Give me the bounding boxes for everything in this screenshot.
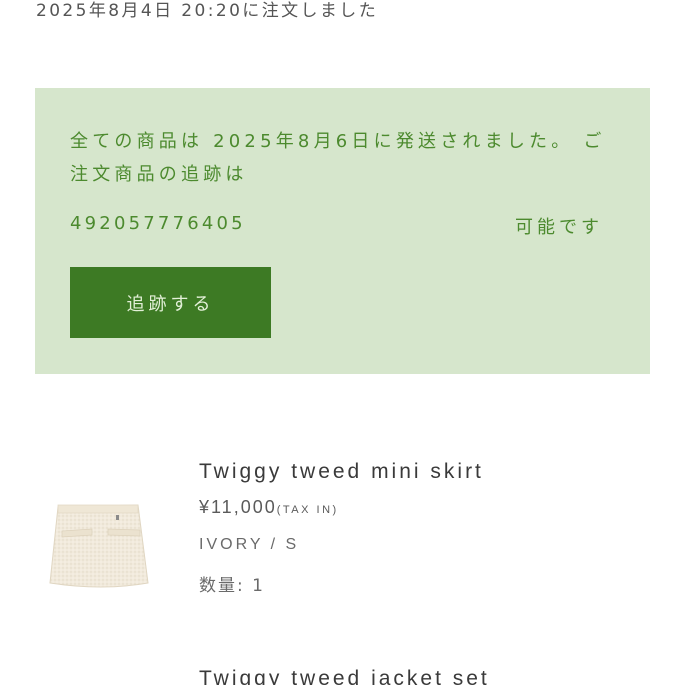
product-quantity: 数量: 1 [199, 576, 265, 596]
price-row: ¥11,000(TAX IN) [199, 497, 484, 518]
order-date: 2025年8月4日 20:20に注文しました [36, 1, 379, 21]
shipping-message: 全ての商品は 2025年8月6日に発送されました。 ご注文商品の追跡は [70, 131, 606, 185]
product-price: ¥11,000 [199, 497, 277, 517]
skirt-image [49, 504, 149, 588]
product-variant: IVORY / S [199, 536, 300, 553]
tax-label: (TAX IN) [276, 504, 339, 516]
product-name-2[interactable]: Twiggy tweed jacket set [199, 667, 490, 685]
product-name[interactable]: Twiggy tweed mini skirt [199, 460, 484, 484]
track-button[interactable]: 追跡する [70, 267, 271, 338]
order-item: Twiggy tweed mini skirt ¥11,000(TAX IN) … [199, 460, 484, 596]
tracking-available-text: 可能です [515, 217, 603, 238]
tracking-number: 492057776405 [70, 213, 246, 234]
product-thumbnail[interactable] [42, 495, 160, 595]
shipping-status-panel: 全ての商品は 2025年8月6日に発送されました。 ご注文商品の追跡は 4920… [35, 88, 650, 374]
